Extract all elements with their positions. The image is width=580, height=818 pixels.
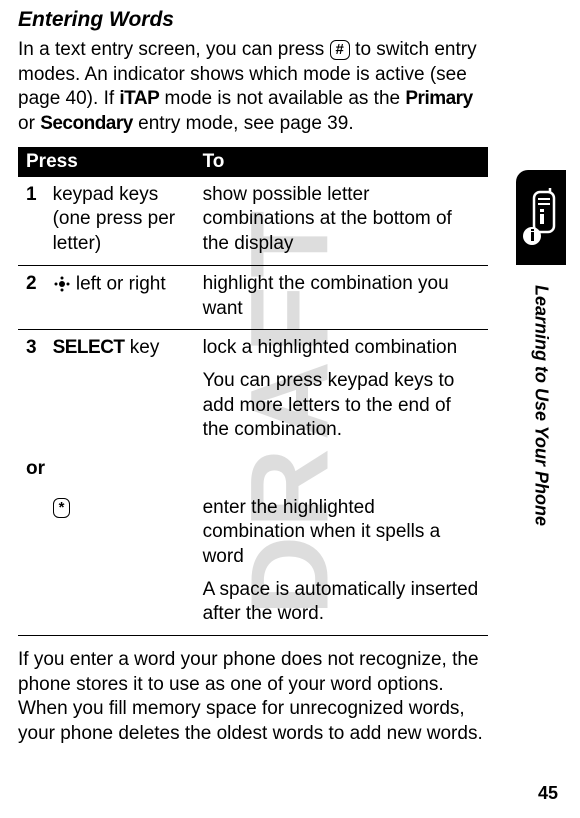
press-header: Press — [18, 147, 195, 177]
side-label-wrap: Learning to Use Your Phone — [531, 265, 552, 710]
primary-label: Primary — [405, 88, 472, 109]
to-text-2: You can press keypad keys to add more le… — [203, 369, 480, 443]
itap-label: iTAP — [119, 88, 159, 109]
side-tab-icon-wrap — [516, 170, 566, 265]
to-text-1: enter the highlighted combination when i… — [203, 496, 480, 570]
hash-key-icon: # — [330, 40, 350, 60]
intro-text-1: In a text entry screen, you can press — [18, 39, 330, 60]
table-row: * enter the highlighted combination when… — [18, 490, 488, 636]
nav-key-icon — [53, 272, 71, 297]
press-text: key — [125, 337, 160, 358]
press-cell: * — [45, 490, 195, 636]
instruction-table: Press To 1 keypad keys (one press per le… — [18, 147, 488, 636]
table-row-or: or — [18, 451, 488, 490]
step-number: 2 — [18, 265, 45, 329]
table-row: 2 left or right highlight the combinatio… — [18, 265, 488, 329]
secondary-label: Secondary — [40, 113, 133, 134]
to-cell: highlight the combination you want — [195, 265, 488, 329]
outro-paragraph: If you enter a word your phone does not … — [18, 648, 488, 747]
to-cell: enter the highlighted combination when i… — [195, 490, 488, 636]
page-number: 45 — [538, 783, 558, 804]
to-text-1: lock a highlighted combination — [203, 336, 480, 361]
select-key-label: SELECT — [53, 337, 125, 358]
intro-paragraph: In a text entry screen, you can press # … — [18, 38, 488, 137]
press-text: left or right — [71, 273, 166, 294]
to-text-2: A space is automatically inserted after … — [203, 578, 480, 627]
press-cell: left or right — [45, 265, 195, 329]
to-cell: show possible letter combinations at the… — [195, 177, 488, 266]
star-key-icon: * — [53, 498, 71, 518]
page-content: Entering Words In a text entry screen, y… — [18, 8, 488, 747]
table-row: 3 SELECT key lock a highlighted combinat… — [18, 330, 488, 451]
or-label: or — [18, 451, 488, 490]
side-label: Learning to Use Your Phone — [531, 285, 552, 526]
section-title: Entering Words — [18, 8, 488, 32]
to-cell: lock a highlighted combination You can p… — [195, 330, 488, 451]
to-header: To — [195, 147, 488, 177]
step-number — [18, 490, 45, 636]
table-header-row: Press To — [18, 147, 488, 177]
press-cell: keypad keys (one press per letter) — [45, 177, 195, 266]
intro-text-3: mode is not available as the — [159, 88, 405, 109]
press-cell: SELECT key — [45, 330, 195, 451]
side-tab: Learning to Use Your Phone — [516, 170, 566, 710]
intro-text-5: entry mode, see page 39. — [133, 113, 354, 134]
phone-info-icon — [522, 188, 560, 248]
step-number: 1 — [18, 177, 45, 266]
intro-text-4: or — [18, 113, 40, 134]
table-row: 1 keypad keys (one press per letter) sho… — [18, 177, 488, 266]
step-number: 3 — [18, 330, 45, 451]
